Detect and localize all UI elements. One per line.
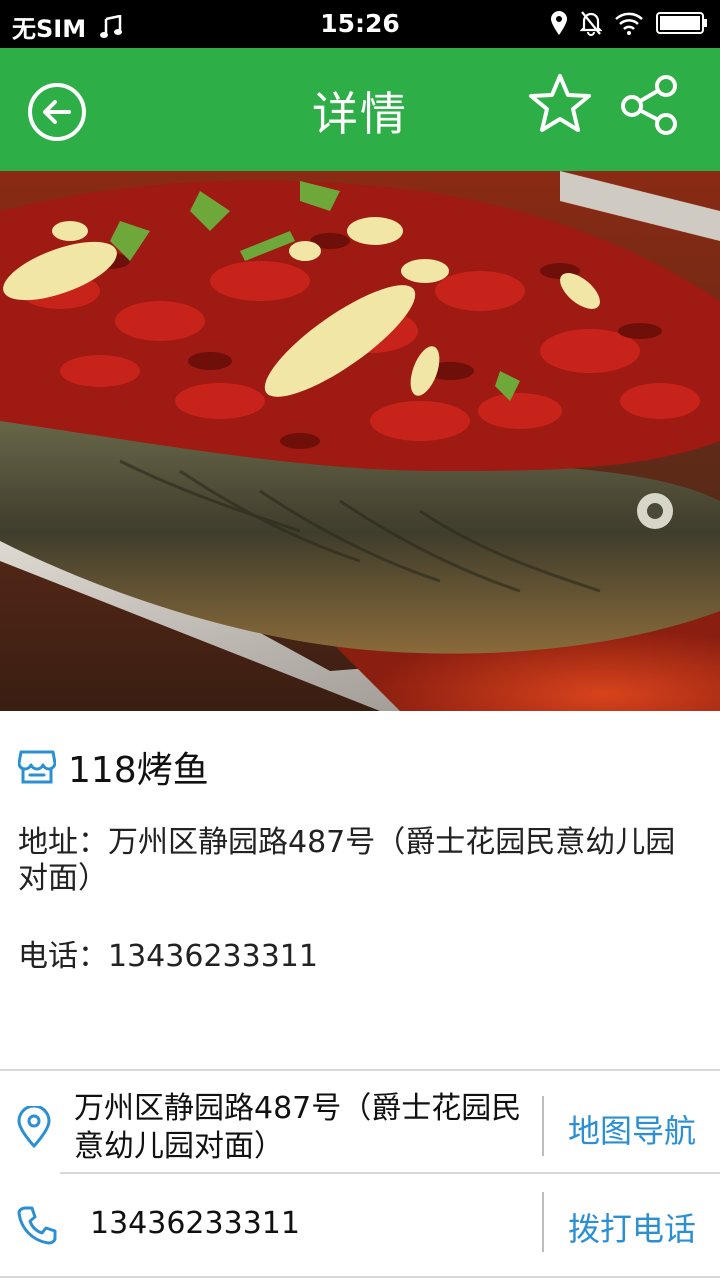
mute-icon bbox=[580, 11, 602, 36]
divider-bottom bbox=[0, 1276, 720, 1278]
battery-icon bbox=[656, 12, 707, 34]
app-bar: 详情 bbox=[0, 48, 720, 171]
share-icon[interactable] bbox=[616, 72, 682, 138]
location-pin-icon bbox=[17, 1106, 51, 1148]
status-right bbox=[550, 10, 708, 36]
phone-icon bbox=[17, 1206, 57, 1245]
page-title: 详情 bbox=[312, 87, 408, 141]
phone-row[interactable]: 13436233311 拨打电话 bbox=[0, 1174, 720, 1274]
phone-row-separator bbox=[542, 1192, 544, 1252]
shop-name: 118烤鱼 bbox=[68, 750, 209, 791]
shop-address: 地址：万州区静园路487号（爵士花园民意幼儿园对面） bbox=[18, 825, 676, 896]
map-navigation-button[interactable]: 地图导航 bbox=[568, 1106, 696, 1152]
store-icon bbox=[18, 750, 56, 784]
phone-row-text: 13436233311 bbox=[90, 1206, 300, 1241]
dish-photo bbox=[0, 171, 720, 711]
wifi-icon bbox=[615, 12, 643, 35]
location-icon bbox=[551, 11, 567, 35]
divider-top bbox=[0, 1069, 720, 1071]
address-row-separator bbox=[542, 1096, 544, 1156]
status-bar: 无SIM 15:26 bbox=[0, 0, 720, 48]
call-button[interactable]: 拨打电话 bbox=[568, 1204, 696, 1250]
address-row[interactable]: 万州区静园路487号（爵士花园民意幼儿园对面） 地图导航 bbox=[0, 1072, 720, 1172]
star-icon[interactable] bbox=[528, 72, 592, 136]
address-row-text: 万州区静园路487号（爵士花园民意幼儿园对面） bbox=[74, 1091, 522, 1164]
shop-title-row: 118烤鱼 bbox=[18, 741, 209, 793]
shop-phone: 电话：13436233311 bbox=[18, 939, 318, 974]
